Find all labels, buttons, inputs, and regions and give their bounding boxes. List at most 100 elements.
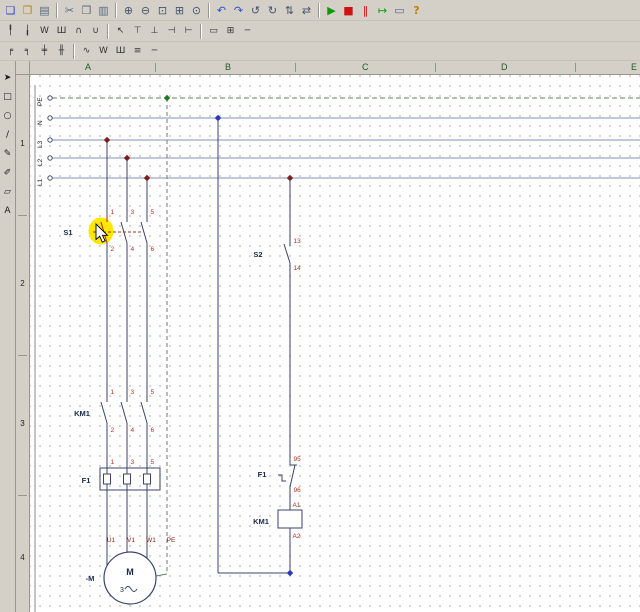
zoom-in-button[interactable]: ⊕ <box>120 2 137 19</box>
motor-letter: M <box>126 567 134 577</box>
n-junction <box>214 114 222 122</box>
motor-phases: 3 <box>120 587 124 594</box>
motor-label: -M <box>86 574 95 583</box>
line2-symbol-button[interactable]: ─ <box>146 43 163 60</box>
rail-terminal <box>47 95 53 101</box>
row-label-2: 2 <box>20 279 25 288</box>
eraser-tool-icon[interactable]: ▱ <box>1 185 15 199</box>
zoom-out-button[interactable]: ⊖ <box>137 2 154 19</box>
winding-small-symbol-button[interactable]: W <box>36 23 53 40</box>
km1-contacts-label: KM1 <box>74 409 90 418</box>
column-ruler-tick <box>575 63 576 72</box>
sine-wave-symbol-button[interactable]: ∿ <box>78 43 95 60</box>
paste-button[interactable]: ▥ <box>95 2 112 19</box>
l1-rail-label: L1 <box>37 178 44 186</box>
toolbar-separator <box>318 2 320 18</box>
stop-simulation-button[interactable]: ■ <box>340 2 357 19</box>
motor-terminal-w1: W1 <box>146 537 156 544</box>
double-contact-left-symbol-button[interactable]: ╒ <box>2 43 19 60</box>
contact-no-symbol-button[interactable]: ╿ <box>2 23 19 40</box>
double-contact-right-symbol-button[interactable]: ╕ <box>19 43 36 60</box>
toolbar-separator <box>208 2 210 18</box>
winding-large-symbol-button[interactable]: Ш <box>53 23 70 40</box>
workspace: ➤ □ ○ / ✎ ✐ ▱ A 1 2 3 4 A B C D E PE N L… <box>0 61 640 612</box>
schematic-svg: PE N L3 L2 L1 S1 1 3 5 2 4 6 KM1 1 3 5 2… <box>34 85 640 612</box>
schematic-editor-window: ❏ ❐ ▤ ✂ ❒ ▥ ⊕ ⊖ ⊡ ⊞ ⊙ ↶ ↷ ↺ ↻ ⇅ ⇄ ▶ ■ ‖ … <box>0 0 640 612</box>
l3-junction <box>103 136 111 144</box>
line-symbol-button[interactable]: ─ <box>239 23 256 40</box>
f1-pin-5: 5 <box>151 459 155 466</box>
contact-nc-symbol-button[interactable]: ╽ <box>19 23 36 40</box>
km1-pin-5: 5 <box>151 389 155 396</box>
toolbar-separator <box>107 23 109 39</box>
rotate-right-button[interactable]: ↻ <box>264 2 281 19</box>
toolbar-separator <box>56 2 58 18</box>
s1-pin-1: 1 <box>111 209 115 216</box>
s1-label: S1 <box>63 228 72 237</box>
coil-arch-down-symbol-button[interactable]: ∪ <box>87 23 104 40</box>
zoom-region-button[interactable]: ⊡ <box>154 2 171 19</box>
zoom-previous-button[interactable]: ⊙ <box>188 2 205 19</box>
column-label-c: C <box>362 62 369 72</box>
row-ruler-tick <box>18 495 27 496</box>
print-button[interactable]: ▤ <box>36 2 53 19</box>
step-simulation-button[interactable]: ↦ <box>374 2 391 19</box>
crossing-double-symbol-button[interactable]: ╫ <box>53 43 70 60</box>
run-simulation-button[interactable]: ▶ <box>323 2 340 19</box>
tee-right-symbol-button[interactable]: ⊢ <box>180 23 197 40</box>
cut-button[interactable]: ✂ <box>61 2 78 19</box>
s1-pin-6: 6 <box>151 246 155 253</box>
s2-pin-14: 14 <box>294 265 302 272</box>
redo-button[interactable]: ↷ <box>230 2 247 19</box>
crossing-single-symbol-button[interactable]: ╪ <box>36 43 53 60</box>
km1-coil-label: KM1 <box>253 517 269 526</box>
main-toolbar: ❏ ❐ ▤ ✂ ❒ ▥ ⊕ ⊖ ⊡ ⊞ ⊙ ↶ ↷ ↺ ↻ ⇅ ⇄ ▶ ■ ‖ … <box>0 0 640 21</box>
zoom-tool-icon[interactable]: ○ <box>1 109 15 123</box>
tee-up-symbol-button[interactable]: ⊤ <box>129 23 146 40</box>
tool-palette: ➤ □ ○ / ✎ ✐ ▱ A <box>0 61 16 612</box>
simulation-window-button[interactable]: ▭ <box>391 2 408 19</box>
column-label-b: B <box>225 62 232 72</box>
s2-pin-13: 13 <box>294 238 302 245</box>
help-button[interactable]: ? <box>408 2 425 19</box>
comb-symbol-button[interactable]: Ш <box>112 43 129 60</box>
f1-pin-1: 1 <box>111 459 115 466</box>
km1-pin-a2: A2 <box>293 533 301 540</box>
l1-junction-2 <box>286 174 294 182</box>
f1-overload-label: F1 <box>82 476 91 485</box>
frame-symbol-button[interactable]: ▭ <box>205 23 222 40</box>
rail-terminal <box>47 175 53 181</box>
drawing-surface[interactable]: PE N L3 L2 L1 S1 1 3 5 2 4 6 KM1 1 3 5 2… <box>30 75 640 612</box>
coil-return-junction <box>286 569 294 577</box>
symbol-toolbar-row2: ╒ ╕ ╪ ╫ ∿ W Ш ≡ ─ <box>0 42 640 61</box>
pointer-tool-icon[interactable]: ➤ <box>1 71 15 85</box>
wire-tool-icon[interactable]: / <box>1 128 15 142</box>
pause-simulation-button[interactable]: ‖ <box>357 2 374 19</box>
pen-tool-icon[interactable]: ✐ <box>1 166 15 180</box>
diagonal-pointer-symbol-button[interactable]: ↖ <box>112 23 129 40</box>
km1-pin-1: 1 <box>111 389 115 396</box>
tee-down-symbol-button[interactable]: ⊥ <box>146 23 163 40</box>
flip-vertical-button[interactable]: ⇅ <box>281 2 298 19</box>
select-node-tool-icon[interactable]: □ <box>1 90 15 104</box>
motor-terminal-pe: PE <box>167 537 176 544</box>
open-file-button[interactable]: ❐ <box>19 2 36 19</box>
copy-button[interactable]: ❒ <box>78 2 95 19</box>
winding-symbol-button[interactable]: W <box>95 43 112 60</box>
grid-frame-symbol-button[interactable]: ⊞ <box>222 23 239 40</box>
tee-left-symbol-button[interactable]: ⊣ <box>163 23 180 40</box>
text-tool-icon[interactable]: A <box>1 204 15 218</box>
flip-horizontal-button[interactable]: ⇄ <box>298 2 315 19</box>
triple-line-symbol-button[interactable]: ≡ <box>129 43 146 60</box>
new-file-button[interactable]: ❏ <box>2 2 19 19</box>
undo-button[interactable]: ↶ <box>213 2 230 19</box>
zoom-fit-button[interactable]: ⊞ <box>171 2 188 19</box>
s1-pin-5: 5 <box>151 209 155 216</box>
row-label-4: 4 <box>20 553 25 562</box>
pe-junction <box>163 94 171 102</box>
rotate-left-button[interactable]: ↺ <box>247 2 264 19</box>
km1-pin-3: 3 <box>131 389 135 396</box>
coil-arch-up-symbol-button[interactable]: ∩ <box>70 23 87 40</box>
column-label-e: E <box>631 62 638 72</box>
pencil-tool-icon[interactable]: ✎ <box>1 147 15 161</box>
